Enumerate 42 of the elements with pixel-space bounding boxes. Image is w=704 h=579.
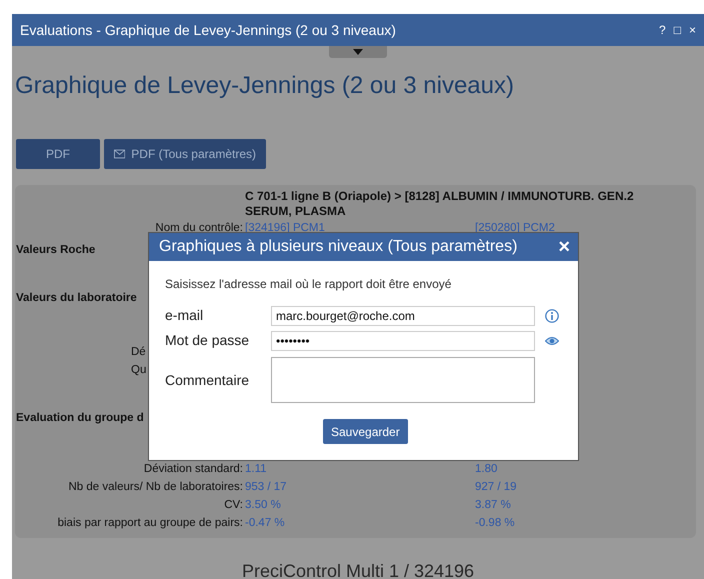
field-label: biais par rapport au groupe de pairs:	[58, 516, 243, 531]
caret-icon	[353, 49, 363, 55]
pdf-button[interactable]: PDF	[16, 138, 100, 169]
field-value: 953 / 17	[245, 480, 287, 495]
comment-field[interactable]	[271, 357, 535, 403]
section-label: Valeurs du laboratoire	[15, 290, 137, 306]
dialog-title: Graphiques à plusieurs niveaux (Tous paramètres)	[159, 237, 518, 257]
field-label: Nb de valeurs/ Nb de laboratoires:	[68, 480, 243, 495]
close-button[interactable]: ×	[688, 21, 696, 39]
field-value: -0.47 %	[245, 516, 285, 531]
collapse-tab[interactable]	[329, 46, 387, 58]
help-button[interactable]: ?	[659, 21, 666, 39]
field-value: 1.11	[245, 462, 267, 477]
field-label: CV:	[224, 498, 243, 513]
field-value: 927 / 19	[475, 480, 517, 495]
field-label: Mot de passe	[165, 331, 250, 350]
field-value: 3.50 %	[245, 498, 281, 513]
close-button[interactable]: ×	[558, 237, 570, 257]
section-label: Valeurs Roche	[15, 242, 96, 258]
field-label: Commentaire	[165, 370, 250, 390]
field-label: Qu	[131, 362, 146, 378]
field-value: 1.80	[475, 462, 498, 477]
pdf-all-button[interactable]: PDF (Tous paramètres)	[104, 138, 266, 169]
field-label: Déviation standard:	[144, 462, 243, 477]
field-value: [324196] PCM1	[245, 220, 325, 236]
password-field[interactable]: ••••••••	[271, 330, 535, 350]
footer-title: PreciControl Multi 1 / 324196	[242, 560, 474, 579]
email-field[interactable]: marc.bourget@roche.com	[271, 306, 535, 326]
section-label: Evaluation du groupe d	[15, 410, 144, 426]
instruction-text: Saisissez l'adresse mail où le rapport doit être envoyé	[165, 276, 452, 293]
field-value: 3.87 %	[475, 498, 511, 513]
save-button[interactable]: Sauvegarder	[323, 419, 408, 444]
page-heading: Graphique de Levey-Jennings (2 ou 3 niveaux)	[15, 72, 515, 101]
window-title: Evaluations - Graphique de Levey-Jennings (2 ou 3 niveaux)	[20, 20, 396, 40]
field-label: Nom du contrôle:	[155, 220, 243, 236]
field-label: e-mail	[165, 306, 204, 325]
maximize-button[interactable]: □	[674, 21, 681, 39]
field-value: [250280] PCM2	[475, 220, 555, 236]
field-label: Dé	[131, 344, 146, 360]
field-value: -0.98 %	[475, 516, 515, 531]
info-icon[interactable]	[545, 308, 559, 322]
panel-title: C 701-1 ligne B (Oriapole) > [8128] ALBUMIN / IMMUNOTURB. GEN.2 SERUM, PLASMA	[245, 188, 635, 219]
